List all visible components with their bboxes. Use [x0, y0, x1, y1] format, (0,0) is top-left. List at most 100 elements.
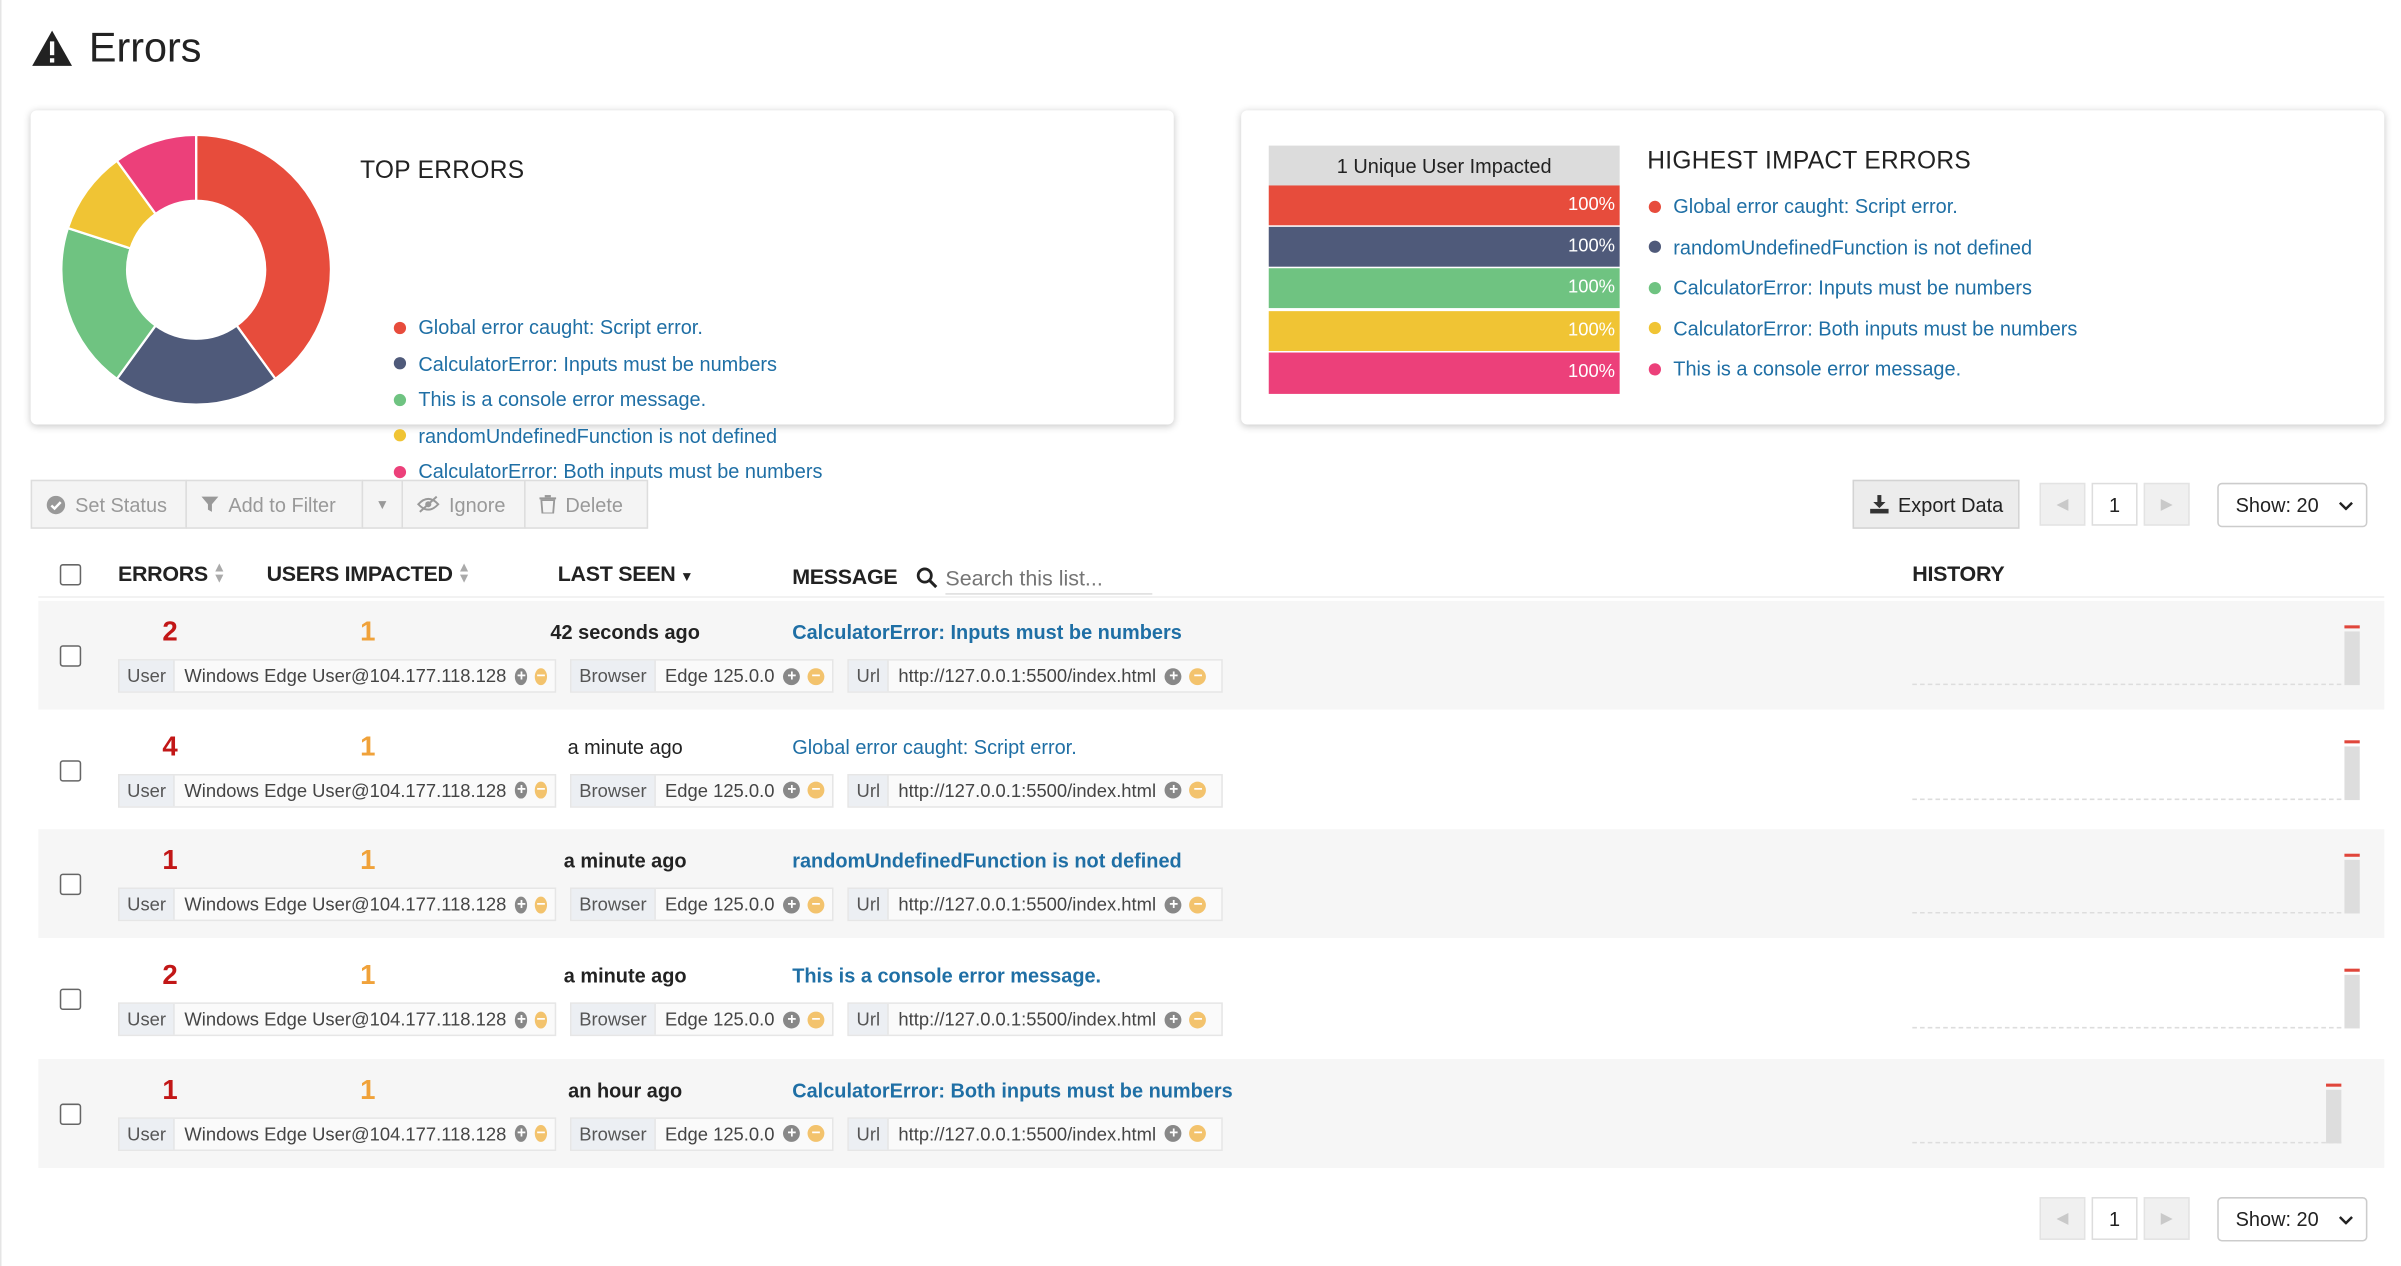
caret-left-icon: ◀ — [2056, 1210, 2069, 1227]
minus-circle-icon[interactable]: − — [535, 781, 548, 799]
minus-circle-icon[interactable]: − — [535, 1010, 548, 1028]
caret-right-icon: ▶ — [2160, 1210, 2173, 1227]
add-to-filter-dropdown[interactable]: ▼ — [361, 479, 403, 529]
row-checkbox[interactable] — [59, 759, 82, 782]
legend-dot — [393, 357, 407, 370]
column-errors[interactable]: ERRORS ▲ ▼ — [118, 560, 226, 585]
legend-dot — [1648, 240, 1662, 253]
plus-circle-icon[interactable]: + — [783, 781, 801, 799]
history-baseline — [1912, 683, 2342, 686]
select-all-checkbox[interactable] — [59, 564, 82, 586]
browser-tag: Browser Edge 125.0.0 + − — [570, 659, 834, 693]
error-count[interactable]: 2 — [155, 616, 186, 648]
users-impacted-count[interactable]: 1 — [352, 960, 383, 992]
plus-circle-icon[interactable]: + — [515, 1010, 528, 1028]
delete-button[interactable]: Delete — [524, 479, 649, 529]
ignore-button[interactable]: Ignore — [401, 479, 526, 529]
add-to-filter-button[interactable]: Add to Filter — [185, 479, 364, 529]
plus-circle-icon[interactable]: + — [1165, 781, 1183, 799]
impact-bar[interactable]: 100% — [1268, 310, 1620, 351]
error-message-link[interactable]: Global error caught: Script error. — [792, 735, 1077, 758]
minus-circle-icon[interactable]: − — [807, 667, 825, 685]
error-count[interactable]: 1 — [155, 1074, 186, 1106]
users-impacted-count[interactable]: 1 — [352, 1074, 383, 1106]
minus-circle-icon[interactable]: − — [1189, 1125, 1207, 1143]
legend-dot — [393, 321, 407, 334]
impact-bar[interactable]: 100% — [1268, 352, 1620, 394]
users-impacted-count[interactable]: 1 — [352, 616, 383, 648]
error-message-link[interactable]: CalculatorError: Inputs must be numbers — [792, 621, 1182, 644]
error-count[interactable]: 1 — [155, 845, 186, 877]
top-error-legend-item[interactable]: CalculatorError: Inputs must be numbers — [393, 352, 777, 375]
eye-slash-icon — [416, 495, 440, 513]
highest-impact-legend-item[interactable]: This is a console error message. — [1648, 357, 1961, 380]
top-error-legend-item[interactable]: Global error caught: Script error. — [393, 316, 703, 339]
minus-circle-icon[interactable]: − — [535, 896, 548, 914]
error-count[interactable]: 4 — [155, 731, 186, 763]
prev-page-button[interactable]: ◀ — [2039, 1197, 2086, 1240]
minus-circle-icon[interactable]: − — [1189, 896, 1207, 914]
search-input[interactable] — [945, 560, 1153, 595]
page-size-select[interactable]: Show: 20 — [2217, 1197, 2368, 1242]
error-message-link[interactable]: randomUndefinedFunction is not defined — [792, 850, 1182, 873]
column-users-impacted[interactable]: USERS IMPACTED ▲ ▼ — [267, 560, 471, 585]
minus-circle-icon[interactable]: − — [807, 781, 825, 799]
plus-circle-icon[interactable]: + — [1165, 1010, 1183, 1028]
top-error-legend-item[interactable]: randomUndefinedFunction is not defined — [393, 424, 777, 447]
highest-impact-legend-item[interactable]: Global error caught: Script error. — [1648, 195, 1958, 218]
error-count[interactable]: 2 — [155, 960, 186, 992]
highest-impact-legend-item[interactable]: CalculatorError: Inputs must be numbers — [1648, 276, 2032, 299]
row-checkbox[interactable] — [59, 988, 82, 1011]
plus-circle-icon[interactable]: + — [1165, 1125, 1183, 1143]
browser-tag: Browser Edge 125.0.0 + − — [570, 1117, 834, 1151]
next-page-button[interactable]: ▶ — [2143, 1197, 2190, 1240]
highest-impact-legend-item[interactable]: randomUndefinedFunction is not defined — [1648, 235, 2033, 259]
tag-value: Windows Edge User@104.177.118.128 — [184, 1008, 507, 1031]
minus-circle-icon[interactable]: − — [1189, 1010, 1207, 1028]
tag-key: Url — [848, 660, 890, 692]
export-data-button[interactable]: Export Data — [1852, 479, 2020, 529]
column-message-label: MESSAGE — [792, 564, 898, 589]
minus-circle-icon[interactable]: − — [1189, 781, 1207, 799]
impact-bar[interactable]: 100% — [1268, 268, 1620, 309]
chevron-down-icon — [2338, 1215, 2353, 1224]
highest-impact-legend-item[interactable]: CalculatorError: Both inputs must be num… — [1648, 317, 2077, 339]
row-checkbox[interactable] — [59, 1103, 82, 1125]
minus-circle-icon[interactable]: − — [535, 1125, 548, 1143]
minus-circle-icon[interactable]: − — [1189, 667, 1207, 685]
url-tag: Url http://127.0.0.1:5500/index.html + − — [847, 659, 1223, 693]
current-page[interactable]: 1 — [2091, 482, 2138, 526]
history-sparkline — [1912, 831, 2360, 915]
plus-circle-icon[interactable]: + — [515, 781, 528, 799]
plus-circle-icon[interactable]: + — [783, 1010, 801, 1028]
error-message-link[interactable]: CalculatorError: Both inputs must be num… — [792, 1079, 1233, 1102]
legend-label: randomUndefinedFunction is not defined — [1673, 235, 2033, 259]
next-page-button[interactable]: ▶ — [2143, 482, 2190, 526]
prev-page-button[interactable]: ◀ — [2039, 482, 2086, 526]
plus-circle-icon[interactable]: + — [783, 1125, 801, 1143]
plus-circle-icon[interactable]: + — [1165, 896, 1183, 914]
page-size-select[interactable]: Show: 20 — [2217, 482, 2368, 528]
current-page[interactable]: 1 — [2091, 1197, 2138, 1240]
column-last-seen[interactable]: LAST SEEN ▼ — [558, 561, 694, 586]
plus-circle-icon[interactable]: + — [1165, 667, 1183, 685]
minus-circle-icon[interactable]: − — [807, 896, 825, 914]
impact-bar[interactable]: 100% — [1268, 227, 1620, 267]
plus-circle-icon[interactable]: + — [515, 667, 528, 685]
minus-circle-icon[interactable]: − — [807, 1010, 825, 1028]
error-message-link[interactable]: This is a console error message. — [792, 964, 1101, 987]
plus-circle-icon[interactable]: + — [515, 1125, 528, 1143]
impact-header-text: 1 Unique User Impacted — [1336, 154, 1552, 178]
plus-circle-icon[interactable]: + — [783, 667, 801, 685]
minus-circle-icon[interactable]: − — [807, 1125, 825, 1143]
minus-circle-icon[interactable]: − — [535, 667, 548, 685]
row-checkbox[interactable] — [59, 645, 82, 667]
top-error-legend-item[interactable]: This is a console error message. — [393, 388, 706, 411]
impact-bar[interactable]: 100% — [1268, 185, 1620, 226]
plus-circle-icon[interactable]: + — [783, 896, 801, 914]
users-impacted-count[interactable]: 1 — [352, 731, 383, 763]
users-impacted-count[interactable]: 1 — [352, 845, 383, 877]
row-checkbox[interactable] — [59, 874, 82, 896]
set-status-button[interactable]: Set Status — [30, 479, 187, 529]
plus-circle-icon[interactable]: + — [515, 896, 528, 914]
